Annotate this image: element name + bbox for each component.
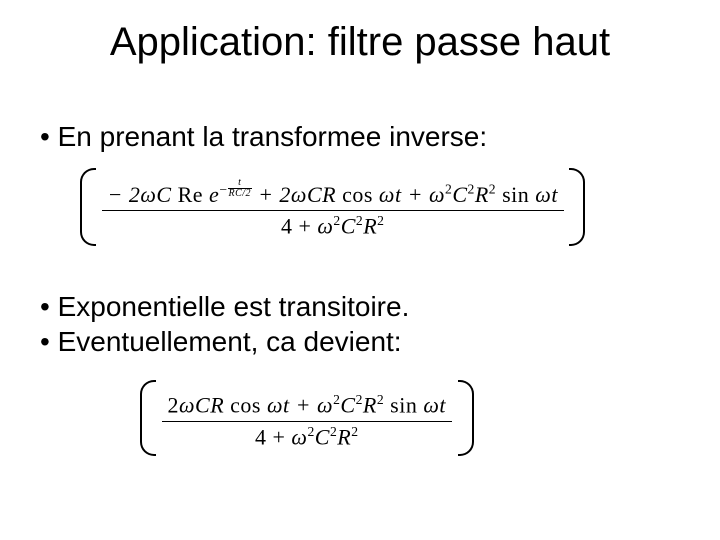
f2-t2: t: [439, 393, 446, 418]
f1-exp: −tRC/2: [219, 182, 252, 197]
f1-e: e: [209, 182, 219, 207]
f2-omega4: ω: [423, 393, 439, 418]
f2-cos: cos: [224, 393, 267, 418]
f2-sq2: 2: [356, 392, 363, 407]
f1-cos: cos: [336, 182, 379, 207]
f2-sin: sin: [384, 393, 423, 418]
f1-sq3: 2: [489, 182, 496, 197]
f1-omega3: ω: [379, 182, 395, 207]
f1-C2: C: [452, 182, 467, 207]
f2-d4: 4 +: [255, 424, 291, 449]
f1-dsq3: 2: [377, 213, 384, 228]
f1-sq2: 2: [468, 182, 475, 197]
rparen-icon-2: [458, 380, 474, 462]
f1-plus2: +: [402, 182, 429, 207]
f1-t1: t: [395, 182, 402, 207]
slide: Application: filtre passe haut En prenan…: [0, 0, 720, 540]
f1-dR: R: [363, 214, 377, 239]
f2-2: 2: [168, 393, 180, 418]
f2-omega1: ω: [179, 393, 195, 418]
f1-sin: sin: [496, 182, 535, 207]
lparen-icon-2: [140, 380, 156, 462]
f1-Re: Re: [172, 182, 203, 207]
f1-omega2: ω: [291, 182, 307, 207]
f2-R: R: [363, 393, 377, 418]
f2-dsq3: 2: [351, 424, 358, 439]
f2-t1: t: [283, 393, 290, 418]
f2-dC: C: [315, 424, 330, 449]
f1-omega5: ω: [535, 182, 551, 207]
f1-t2: t: [551, 182, 558, 207]
f2-omega3: ω: [317, 393, 333, 418]
f2-domega: ω: [291, 424, 307, 449]
f1-domega: ω: [317, 214, 333, 239]
f1-C1: C: [156, 182, 171, 207]
f1-R2: R: [475, 182, 489, 207]
f1-omega4: ω: [429, 182, 445, 207]
f1-d4: 4 +: [281, 214, 317, 239]
lparen-icon: [80, 168, 96, 252]
f1-plus1: + 2: [252, 182, 291, 207]
rparen-icon: [569, 168, 585, 252]
f2-CR: CR: [195, 393, 224, 418]
f1-CR: CR: [307, 182, 336, 207]
f1-dsq1: 2: [333, 213, 340, 228]
f2-plus: +: [290, 393, 317, 418]
f2-dsq1: 2: [307, 424, 314, 439]
bullet-3: Eventuellement, ca devient:: [40, 325, 402, 359]
bullet-2: Exponentielle est transitoire.: [40, 290, 409, 324]
slide-title: Application: filtre passe haut: [0, 20, 720, 65]
bullet-1: En prenant la transformee inverse:: [40, 120, 487, 154]
f1-num-part1: − 2: [108, 182, 141, 207]
f1-dC: C: [341, 214, 356, 239]
f1-omega1: ω: [140, 182, 156, 207]
f2-C: C: [340, 393, 355, 418]
f2-dR: R: [337, 424, 351, 449]
formula-2: 2ωCR cos ωt + ω2C2R2 sin ωt 4 + ω2C2R2: [140, 380, 540, 462]
f2-omega2: ω: [267, 393, 283, 418]
formula-1: − 2ωC Re e−tRC/2 + 2ωCR cos ωt + ω2C2R2 …: [80, 168, 620, 252]
